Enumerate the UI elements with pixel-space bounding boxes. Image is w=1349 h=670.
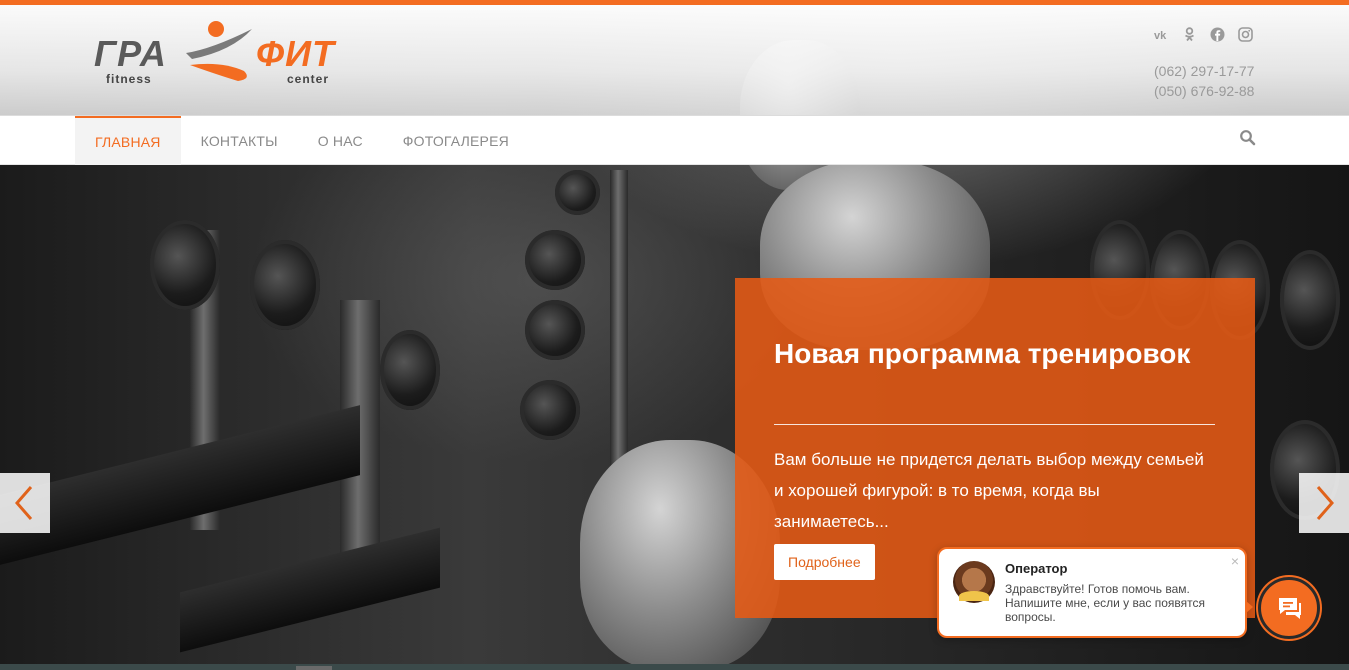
- phone-list: (062) 297-17-77 (050) 676-92-88: [1154, 61, 1254, 101]
- site-header: ГРА fitness ФИТ center vk (062) 297-17-7…: [0, 5, 1349, 115]
- logo-sub-left: fitness: [106, 72, 152, 86]
- svg-text:vk: vk: [1154, 30, 1167, 42]
- operator-name: Оператор: [1005, 561, 1068, 576]
- vk-icon[interactable]: vk: [1154, 27, 1169, 42]
- search-icon[interactable]: [1239, 129, 1259, 149]
- slide-text: Вам больше не придется делать выбор межд…: [774, 450, 1204, 531]
- social-links: vk: [1154, 27, 1253, 42]
- nav-item-home[interactable]: ГЛАВНАЯ: [75, 116, 181, 165]
- instagram-icon[interactable]: [1238, 27, 1253, 42]
- facebook-icon[interactable]: [1210, 27, 1225, 42]
- chat-popup[interactable]: Оператор Здравствуйте! Готов помочь вам.…: [937, 547, 1253, 638]
- slide-title: Новая программа тренировок: [774, 338, 1191, 369]
- caption-divider: [774, 424, 1215, 425]
- chevron-right-icon: [1316, 486, 1334, 520]
- close-icon[interactable]: ×: [1229, 554, 1241, 568]
- slider-next-button[interactable]: [1299, 473, 1349, 533]
- nav-item-about[interactable]: О НАС: [298, 116, 383, 165]
- more-button[interactable]: Подробнее: [774, 544, 875, 580]
- phone-number[interactable]: (050) 676-92-88: [1154, 81, 1254, 101]
- nav-item-contacts[interactable]: КОНТАКТЫ: [181, 116, 298, 165]
- logo-word-right: ФИТ: [256, 33, 335, 74]
- odnoklassniki-icon[interactable]: [1182, 27, 1197, 42]
- logo-runner-icon: [186, 21, 252, 81]
- slider-indicator[interactable]: [296, 666, 332, 670]
- chat-open-button[interactable]: [1258, 577, 1320, 639]
- site-logo[interactable]: ГРА fitness ФИТ center: [94, 19, 364, 89]
- chat-bubble-icon: [1279, 598, 1301, 619]
- logo-sub-right: center: [287, 72, 330, 86]
- logo-word-left: ГРА: [94, 33, 167, 74]
- main-navigation: ГЛАВНАЯ КОНТАКТЫ О НАС ФОТОГАЛЕРЕЯ: [0, 115, 1349, 165]
- chat-message: Здравствуйте! Готов помочь вам. Напишите…: [1005, 582, 1206, 624]
- chat-pointer: [1246, 601, 1253, 613]
- slider-prev-button[interactable]: [0, 473, 50, 533]
- operator-avatar: [953, 561, 995, 603]
- nav-item-gallery[interactable]: ФОТОГАЛЕРЕЯ: [383, 116, 529, 165]
- phone-number[interactable]: (062) 297-17-77: [1154, 61, 1254, 81]
- chevron-left-icon: [15, 486, 33, 520]
